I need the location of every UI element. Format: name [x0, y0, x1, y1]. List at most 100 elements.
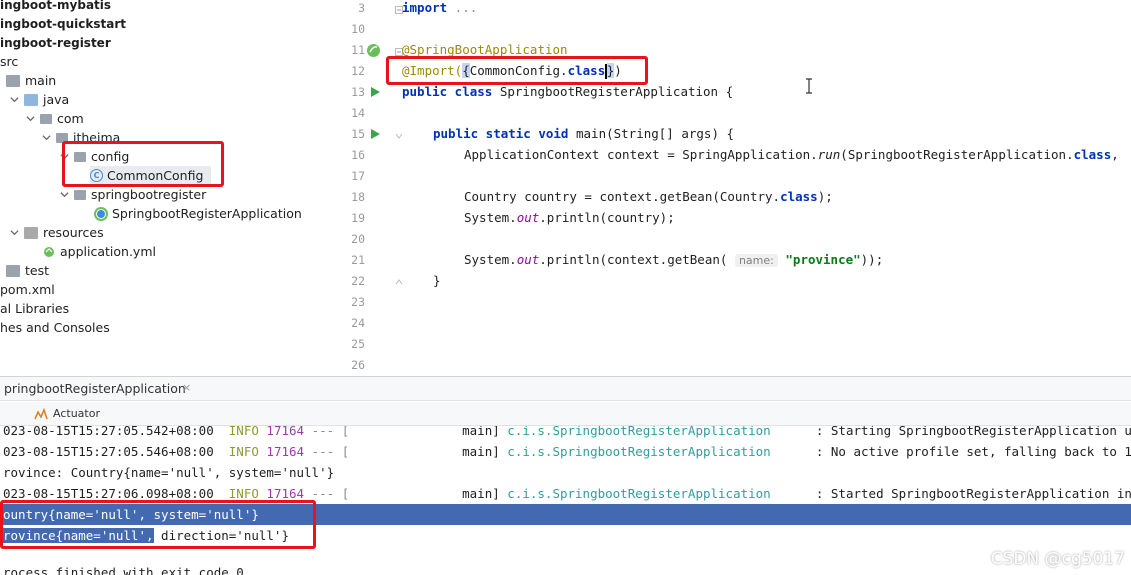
log-line: rovince: Country{name='null', system='nu…	[3, 465, 335, 480]
code-line: Country country = context.getBean(Countr…	[464, 189, 833, 204]
spring-bean-gutter-icon[interactable]	[366, 43, 381, 58]
actuator-tab[interactable]: Actuator	[34, 407, 100, 420]
chevron-down-icon[interactable]	[58, 189, 70, 201]
tree-item-com[interactable]: com	[24, 109, 84, 128]
code-line: public class SpringbootRegisterApplicati…	[402, 84, 734, 99]
tree-item-application-yml[interactable]: application.yml	[42, 242, 156, 261]
tree-item-module[interactable]: ingboot-mybatis	[0, 0, 111, 14]
run-icon[interactable]	[370, 86, 381, 98]
tree-item-springbootregister[interactable]: springbootregister	[58, 185, 206, 204]
tree-item-label: test	[25, 263, 50, 278]
code-line: }	[433, 273, 441, 288]
tree-item-label: main	[25, 73, 57, 88]
line-number: 15	[351, 127, 365, 141]
line-number: 10	[351, 22, 365, 36]
log-line: 023-08-15T15:27:06.098+08:00 INFO 17164 …	[3, 486, 1131, 501]
code-line: import ...	[402, 0, 478, 15]
line-number: 13	[351, 85, 365, 99]
tree-item-main[interactable]: main	[6, 71, 56, 90]
tree-item-pom-xml[interactable]: pom.xml	[0, 280, 55, 299]
line-number: 3	[358, 1, 365, 15]
tree-item-label: ingboot-quickstart	[0, 16, 127, 31]
log-line: 023-08-15T15:27:05.542+08:00 INFO 17164 …	[3, 426, 1131, 438]
line-number: 18	[351, 190, 365, 204]
folder-icon	[6, 74, 20, 87]
code-editor[interactable]: 3 10 11 12 13 14 15 16 17 18 19 20 21 22…	[340, 0, 1131, 376]
run-tab-bar: pringbootRegisterApplication ×	[0, 377, 1131, 401]
project-tree-panel: ingboot-mybatis ingboot-quickstart ingbo…	[0, 0, 340, 376]
tree-item-commonconfig[interactable]: C CommonConfig	[90, 166, 212, 185]
tree-item-label: config	[91, 149, 130, 164]
source-folder-icon	[24, 93, 38, 106]
folder-icon	[6, 264, 20, 277]
close-tab-icon[interactable]: ×	[182, 381, 191, 394]
line-number-gutter: 3 10 11 12 13 14 15 16 17 18 19 20 21 22…	[340, 0, 395, 376]
package-icon	[40, 113, 52, 124]
actuator-label: Actuator	[53, 407, 100, 420]
tree-item-module[interactable]: ingboot-quickstart	[0, 14, 126, 33]
package-icon	[56, 132, 68, 143]
code-line: System.out.println(country);	[464, 210, 675, 225]
log-line-partial-selected: rovince{name='null', direction='null'}	[3, 528, 289, 543]
log-line: rocess finished with exit code 0	[3, 565, 244, 575]
line-number: 14	[351, 106, 365, 120]
tree-item-src[interactable]: src	[0, 52, 18, 71]
tree-item-label: CommonConfig	[107, 168, 204, 183]
tree-item-itheima[interactable]: itheima	[40, 128, 120, 147]
run-icon[interactable]	[370, 128, 381, 140]
tree-item-label: resources	[43, 225, 104, 240]
package-icon	[74, 189, 86, 200]
tree-item-test[interactable]: test	[6, 261, 49, 280]
yaml-file-icon	[44, 246, 54, 257]
line-number: 12	[351, 64, 365, 78]
run-tab-title[interactable]: pringbootRegisterApplication	[4, 381, 186, 396]
tree-item-scratches[interactable]: hes and Consoles	[0, 318, 110, 337]
line-number: 17	[351, 169, 365, 183]
watermark: CSDN @cg5017	[990, 549, 1125, 569]
tree-item-label: itheima	[73, 130, 121, 145]
code-line: System.out.println(context.getBean( name…	[464, 252, 884, 267]
line-number: 21	[351, 253, 365, 267]
tree-item-external-libraries[interactable]: al Libraries	[0, 299, 69, 318]
chevron-down-icon[interactable]	[24, 113, 36, 125]
code-area[interactable]: import ... @SpringBootApplication @Impor…	[402, 0, 1131, 376]
tree-item-module[interactable]: ingboot-register	[0, 33, 111, 52]
tree-item-label: pom.xml	[0, 282, 55, 297]
tree-item-label: com	[57, 111, 84, 126]
line-number: 26	[351, 358, 365, 372]
line-number: 23	[351, 295, 365, 309]
line-number: 16	[351, 148, 365, 162]
spring-boot-class-icon	[94, 206, 108, 221]
chevron-down-icon[interactable]	[40, 132, 52, 144]
tree-item-java[interactable]: java	[8, 90, 69, 109]
tree-item-label: al Libraries	[0, 301, 70, 316]
tree-item-label: hes and Consoles	[0, 320, 110, 335]
parameter-hint: name:	[734, 254, 778, 267]
code-line: public static void main(String[] args) {	[433, 126, 735, 141]
tree-item-resources[interactable]: resources	[8, 223, 104, 242]
tree-item-config[interactable]: config	[58, 147, 129, 166]
run-sub-toolbar: Actuator	[0, 402, 1131, 426]
log-line: 023-08-15T15:27:05.546+08:00 INFO 17164 …	[3, 444, 1131, 459]
console-output[interactable]: 023-08-15T15:27:05.542+08:00 INFO 17164 …	[0, 426, 1131, 575]
tree-item-label: SpringbootRegisterApplication	[112, 206, 302, 221]
tree-item-label: application.yml	[60, 244, 156, 259]
package-icon	[74, 151, 86, 162]
chevron-down-icon[interactable]	[58, 151, 70, 163]
actuator-icon	[34, 407, 48, 419]
line-number: 11	[351, 43, 365, 57]
run-tool-window: pringbootRegisterApplication × Actuator …	[0, 376, 1131, 575]
code-line-import: @Import({CommonConfig.class})	[402, 63, 622, 79]
line-number: 19	[351, 211, 365, 225]
log-line-selected: ountry{name='null', system='null'}	[3, 507, 259, 522]
tree-item-springbootregisterapplication[interactable]: SpringbootRegisterApplication	[94, 204, 302, 223]
tree-item-label: java	[43, 92, 70, 107]
chevron-down-icon[interactable]	[8, 227, 20, 239]
tree-item-label: springbootregister	[91, 187, 207, 202]
tree-item-label: ingboot-mybatis	[0, 0, 112, 12]
line-number: 22	[351, 274, 365, 288]
resources-folder-icon	[24, 226, 38, 239]
class-icon: C	[90, 169, 103, 182]
code-line: @SpringBootApplication	[402, 42, 568, 57]
chevron-down-icon[interactable]	[8, 94, 20, 106]
